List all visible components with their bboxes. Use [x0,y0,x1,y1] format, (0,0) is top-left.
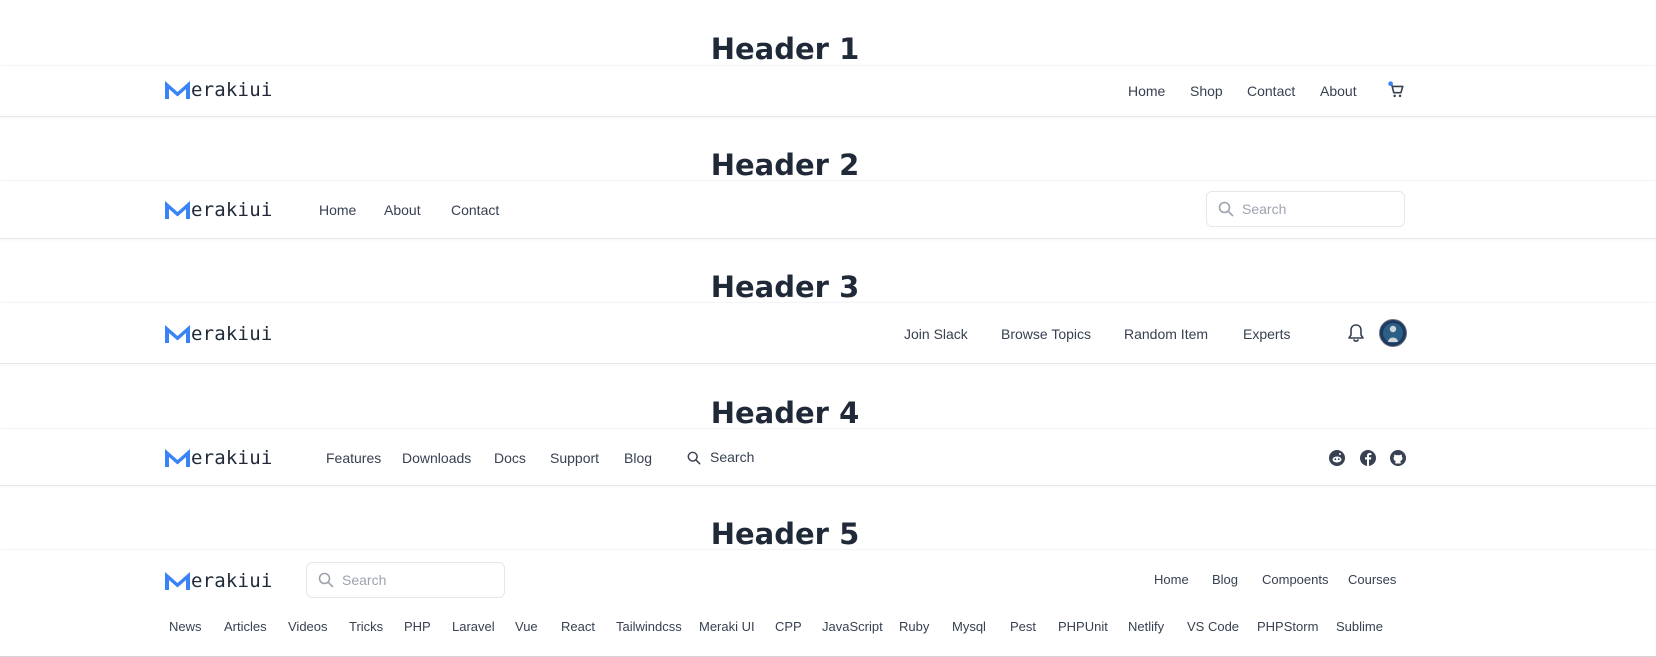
facebook-icon[interactable] [1360,450,1376,466]
header-3-navbar: erakiui Join Slack Browse Topics Random … [0,302,1656,364]
reddit-icon[interactable] [1329,450,1345,466]
logo-text: erakiui [191,199,273,221]
category-netlify[interactable]: Netlify [1128,619,1164,634]
category-cpp[interactable]: CPP [775,619,802,634]
nav-home[interactable]: Home [1154,572,1189,587]
bell-icon[interactable] [1347,323,1365,343]
category-tailwindcss[interactable]: Tailwindcss [616,619,682,634]
nav-home[interactable]: Home [319,202,356,218]
category-sublime[interactable]: Sublime [1336,619,1383,634]
logo-text: erakiui [191,79,273,101]
header-4-title: Header 4 [710,396,860,430]
search-input[interactable]: Search [710,449,754,465]
nav-contact[interactable]: Contact [1247,83,1295,99]
category-articles[interactable]: Articles [224,619,267,634]
category-videos[interactable]: Videos [288,619,328,634]
header-3-title: Header 3 [710,270,860,304]
category-ruby[interactable]: Ruby [899,619,929,634]
header-1-title: Header 1 [710,32,860,66]
merakiui-logo[interactable]: erakiui [165,79,272,101]
nav-browse-topics[interactable]: Browse Topics [1001,326,1091,342]
category-phpstorm[interactable]: PHPStorm [1257,619,1318,634]
nav-contact[interactable]: Contact [451,202,499,218]
category-vue[interactable]: Vue [515,619,538,634]
search-icon [318,572,334,588]
nav-home[interactable]: Home [1128,83,1165,99]
cart-icon[interactable] [1387,81,1405,99]
header-4-navbar: erakiui Features Downloads Docs Support … [0,428,1656,486]
category-mysql[interactable]: Mysql [952,619,986,634]
category-pest[interactable]: Pest [1010,619,1036,634]
logo-text: erakiui [191,323,273,345]
nav-support[interactable]: Support [550,450,599,466]
merakiui-logo[interactable]: erakiui [165,199,272,221]
nav-downloads[interactable]: Downloads [402,450,471,466]
merakiui-logo-icon [165,449,190,467]
category-news[interactable]: News [169,619,202,634]
search-icon [1218,201,1234,217]
nav-experts[interactable]: Experts [1243,326,1290,342]
merakiui-logo-icon [165,572,190,590]
category-laravel[interactable]: Laravel [452,619,495,634]
search-placeholder: Search [342,572,387,588]
merakiui-logo-icon [165,81,190,99]
nav-about[interactable]: About [384,202,421,218]
logo-text: erakiui [191,447,273,469]
search-icon[interactable] [687,451,701,465]
nav-docs[interactable]: Docs [494,450,526,466]
merakiui-logo-icon [165,201,190,219]
merakiui-logo[interactable]: erakiui [165,323,272,345]
nav-join-slack[interactable]: Join Slack [904,326,968,342]
header-2-title: Header 2 [710,148,860,182]
category-javascript[interactable]: JavaScript [822,619,883,634]
github-icon[interactable] [1390,450,1406,466]
search-input[interactable]: Search [306,562,505,598]
merakiui-logo-icon [165,325,190,343]
nav-about[interactable]: About [1320,83,1357,99]
nav-courses[interactable]: Courses [1348,572,1396,587]
nav-blog[interactable]: Blog [1212,572,1238,587]
category-meraki-ui[interactable]: Meraki UI [699,619,755,634]
header-2-navbar: erakiui Home About Contact Search [0,180,1656,239]
merakiui-logo[interactable]: erakiui [165,570,272,592]
header-5-title: Header 5 [710,517,860,551]
nav-shop[interactable]: Shop [1190,83,1223,99]
nav-features[interactable]: Features [326,450,381,466]
category-tricks[interactable]: Tricks [349,619,383,634]
avatar[interactable] [1379,319,1407,347]
header-1-navbar: erakiui Home Shop Contact About [0,65,1656,117]
nav-compoents[interactable]: Compoents [1262,572,1328,587]
search-placeholder: Search [1242,201,1287,217]
nav-random-item[interactable]: Random Item [1124,326,1208,342]
category-vs-code[interactable]: VS Code [1187,619,1239,634]
search-input[interactable]: Search [1206,191,1405,227]
logo-text: erakiui [191,570,273,592]
nav-blog[interactable]: Blog [624,450,652,466]
category-react[interactable]: React [561,619,595,634]
header-5-navbar: erakiui Search Home Blog Compoents Cours… [0,549,1656,657]
merakiui-logo[interactable]: erakiui [165,447,272,469]
category-phpunit[interactable]: PHPUnit [1058,619,1108,634]
category-php[interactable]: PHP [404,619,431,634]
